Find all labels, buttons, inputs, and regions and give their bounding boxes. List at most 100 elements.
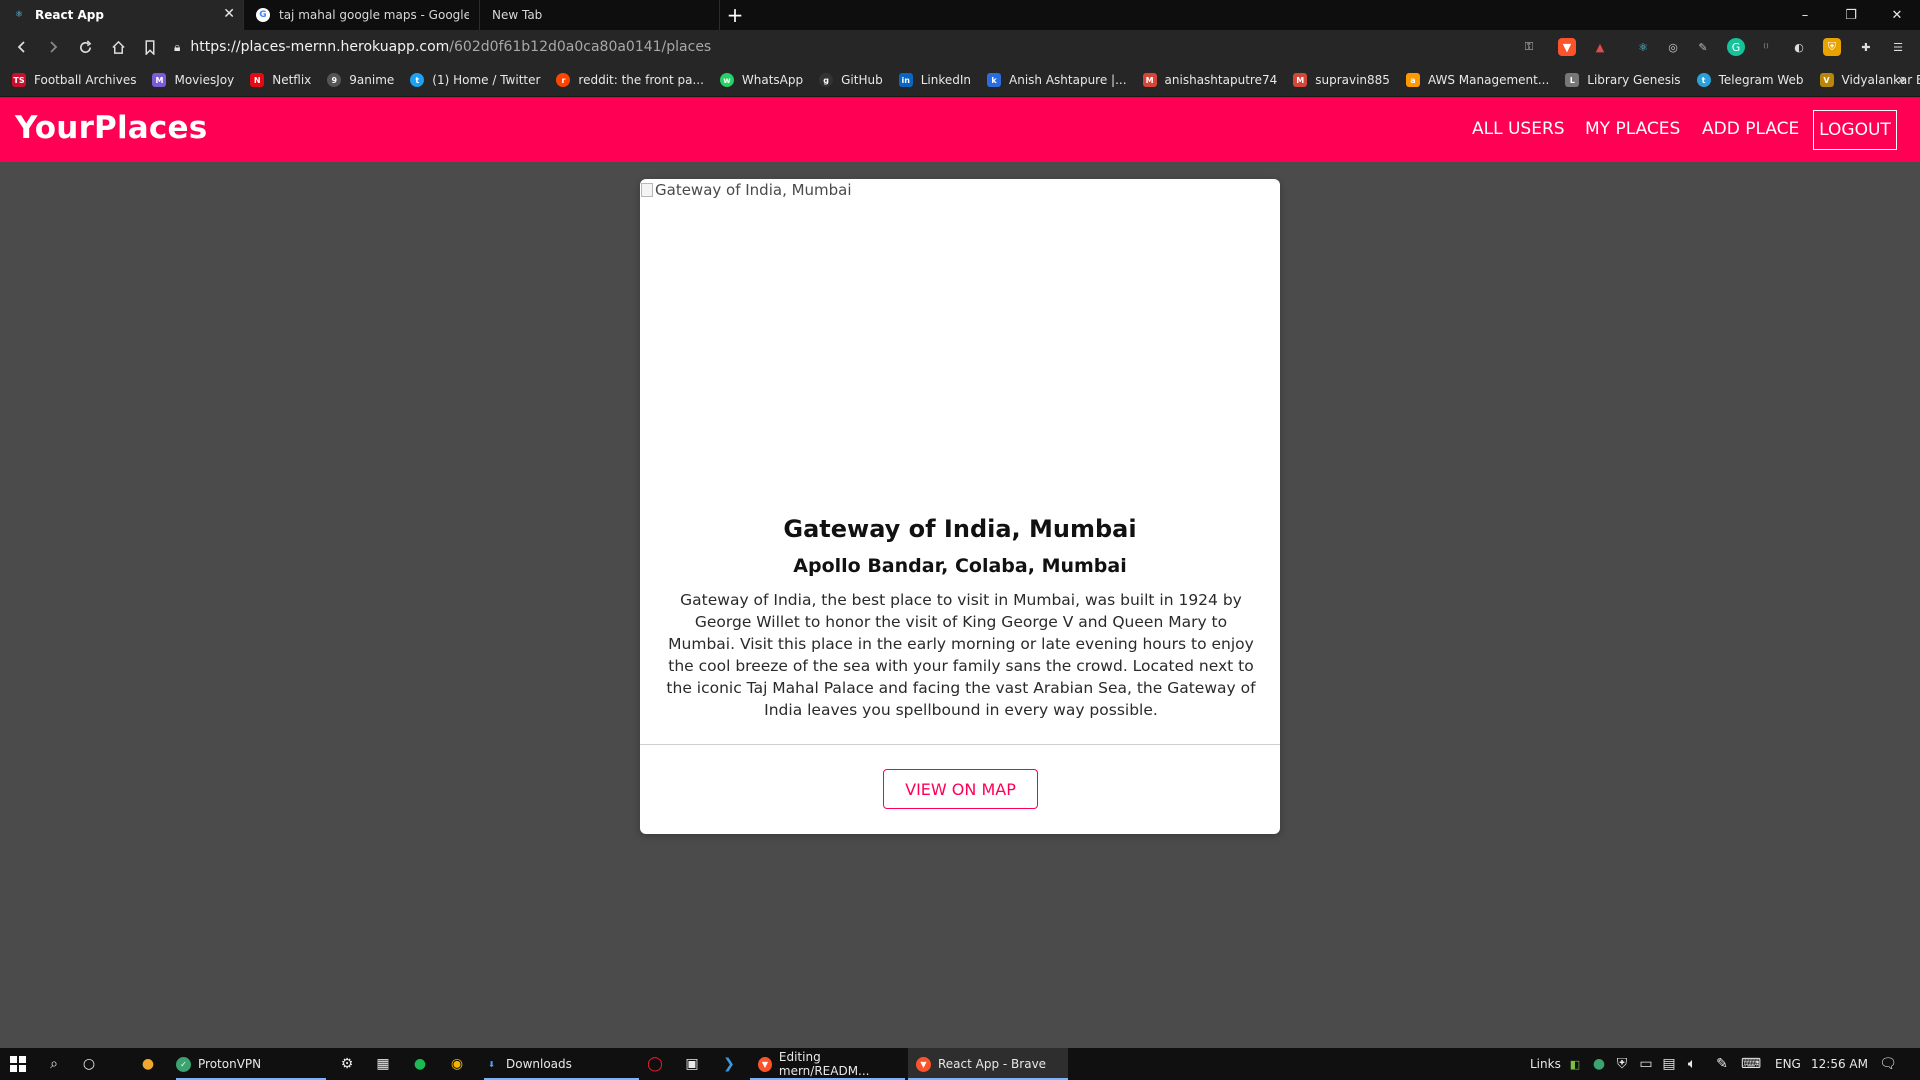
bookmarks-bar: TS Football Archives M MoviesJoy N Netflix … xyxy=(0,64,1920,97)
bookmark-favicon-icon: M xyxy=(1142,73,1157,87)
bookmark-item[interactable]: Manishashtaputre74 xyxy=(1142,73,1278,87)
keyboard-icon[interactable]: ⌨ xyxy=(1741,1054,1761,1074)
bookmark-label: GitHub xyxy=(841,73,883,87)
pen-icon[interactable]: ✎ xyxy=(1712,1054,1732,1074)
bookmark-label: Vidyalankar ERP Sys... xyxy=(1841,73,1920,87)
network-icon[interactable]: ▤ xyxy=(1659,1054,1679,1074)
bookmark-item[interactable]: r reddit: the front pa... xyxy=(556,73,704,87)
notification-icon[interactable]: 🗨︎ xyxy=(1878,1054,1898,1074)
minimize-button[interactable]: – xyxy=(1782,0,1828,30)
input-language[interactable]: ENG xyxy=(1775,1057,1801,1071)
forward-icon[interactable] xyxy=(41,35,65,59)
bookmark-item[interactable]: w WhatsApp xyxy=(719,73,803,87)
browser-toolbar: 🔒︎ https://places-mernn.herokuapp.com/60… xyxy=(0,30,1920,64)
bookmark-item[interactable]: a AWS Management... xyxy=(1405,73,1549,87)
search-icon[interactable]: ⌕ xyxy=(44,1054,64,1074)
settings-icon[interactable]: ⚙ xyxy=(337,1054,357,1074)
logout-button[interactable]: LOGOUT xyxy=(1813,110,1897,150)
grammarly-icon[interactable]: G xyxy=(1727,38,1745,56)
close-window-button[interactable]: ✕ xyxy=(1874,0,1920,30)
bookmark-item[interactable]: t (1) Home / Twitter xyxy=(410,73,540,87)
volume-icon[interactable]: 🔈︎ xyxy=(1682,1054,1702,1074)
spotify-icon[interactable]: ● xyxy=(410,1054,430,1074)
nav-my-places[interactable]: MY PLACES xyxy=(1585,119,1680,139)
reload-icon[interactable] xyxy=(73,35,97,59)
vpn-tray-icon[interactable]: ● xyxy=(1589,1054,1609,1074)
restore-button[interactable]: ❐ xyxy=(1828,0,1874,30)
taskbar-app-downloads[interactable]: ⬇ Downloads xyxy=(484,1048,639,1080)
bookmark-label: anishashtaputre74 xyxy=(1164,73,1278,87)
bookmark-item[interactable]: M MoviesJoy xyxy=(152,73,234,87)
app-icon[interactable]: ● xyxy=(138,1054,158,1074)
app-header: YourPlaces ALL USERS MY PLACES ADD PLACE… xyxy=(0,98,1920,162)
nav-add-place[interactable]: ADD PLACE xyxy=(1702,119,1799,139)
taskbar-app-label: React App - Brave xyxy=(938,1057,1047,1071)
chrome-icon[interactable]: ◉ xyxy=(447,1054,467,1074)
new-tab-button[interactable]: + xyxy=(720,0,750,30)
opera-icon[interactable]: ◯ xyxy=(645,1054,665,1074)
place-address: Apollo Bandar, Colaba, Mumbai xyxy=(793,555,1127,577)
broken-image-placeholder: Gateway of India, Mumbai xyxy=(641,181,852,199)
shield-extension-icon[interactable]: ⛨ xyxy=(1823,38,1841,56)
view-on-map-button[interactable]: VIEW ON MAP xyxy=(883,769,1038,809)
bookmark-item[interactable]: g GitHub xyxy=(819,73,883,87)
cortana-icon[interactable]: ○ xyxy=(79,1054,99,1074)
pen-extension-icon[interactable]: ✎ xyxy=(1694,38,1712,56)
taskbar-app-protonvpn[interactable]: ✓ ProtonVPN xyxy=(176,1048,326,1080)
bookmark-favicon-icon: k xyxy=(987,73,1002,87)
home-icon[interactable] xyxy=(106,35,130,59)
extension-icon[interactable]: ◐ xyxy=(1790,38,1808,56)
bookmark-item[interactable]: TS Football Archives xyxy=(12,73,136,87)
vscode-icon[interactable]: ❯ xyxy=(719,1054,739,1074)
place-card: Gateway of India, Mumbai Gateway of Indi… xyxy=(640,179,1280,834)
react-devtools-icon[interactable]: ⚛ xyxy=(1634,38,1652,56)
bookmark-favicon-icon: V xyxy=(1819,73,1834,87)
nav-all-users[interactable]: ALL USERS xyxy=(1472,119,1565,139)
bookmark-item[interactable]: k Anish Ashtapure |... xyxy=(987,73,1127,87)
bookmark-label: LinkedIn xyxy=(920,73,972,87)
brave-rewards-icon[interactable]: ▲ xyxy=(1591,38,1609,56)
bookmark-favicon-icon: 9 xyxy=(327,73,342,87)
extension-icon[interactable]: ⁽⁾ xyxy=(1757,38,1775,56)
clock[interactable]: 12:56 AM xyxy=(1811,1057,1868,1071)
tab-react-app[interactable]: ⚛ React App ✕ xyxy=(0,0,244,30)
taskbar-app-editing-readme[interactable]: ▼ Editing mern/READM... xyxy=(750,1048,905,1080)
battery-icon[interactable]: ▭ xyxy=(1636,1054,1656,1074)
calculator-icon[interactable]: ▦ xyxy=(373,1054,393,1074)
taskbar-app-react-app-brave[interactable]: ▼ React App - Brave xyxy=(908,1048,1068,1080)
remote-desktop-icon[interactable]: ▣ xyxy=(682,1054,702,1074)
bookmark-label: Anish Ashtapure |... xyxy=(1009,73,1127,87)
security-icon[interactable]: ⛨ xyxy=(1612,1054,1632,1074)
close-tab-icon[interactable]: ✕ xyxy=(223,6,235,22)
bookmark-favicon-icon: w xyxy=(719,73,734,87)
address-bar[interactable]: 🔒︎ https://places-mernn.herokuapp.com/60… xyxy=(174,34,1510,60)
menu-icon[interactable]: ☰ xyxy=(1889,38,1907,56)
target-extension-icon[interactable]: ◎ xyxy=(1664,38,1682,56)
bookmark-item[interactable]: N Netflix xyxy=(250,73,311,87)
tab-new-tab[interactable]: New Tab xyxy=(480,0,720,30)
place-title: Gateway of India, Mumbai xyxy=(783,515,1137,543)
bookmark-label: Netflix xyxy=(272,73,312,87)
bookmark-item[interactable]: t Telegram Web xyxy=(1696,73,1804,87)
tray-links[interactable]: Links xyxy=(1530,1057,1561,1071)
tab-title: New Tab xyxy=(492,8,543,22)
extensions-puzzle-icon[interactable]: ✚ xyxy=(1857,38,1875,56)
bookmark-favicon-icon: r xyxy=(556,73,571,87)
brave-shields-icon[interactable]: ▼ xyxy=(1558,38,1576,56)
bookmark-item[interactable]: in LinkedIn xyxy=(898,73,972,87)
bookmark-icon[interactable] xyxy=(138,35,162,59)
bookmark-favicon-icon: in xyxy=(898,73,913,87)
nvidia-icon[interactable]: ◧ xyxy=(1565,1054,1585,1074)
bookmark-item[interactable]: Msupravin885 xyxy=(1293,73,1390,87)
bookmarks-overflow-icon[interactable]: » xyxy=(1897,72,1906,88)
bookmark-favicon-icon: L xyxy=(1565,73,1580,87)
bookmark-item[interactable]: L Library Genesis xyxy=(1565,73,1681,87)
back-icon[interactable] xyxy=(10,35,34,59)
protonvpn-icon: ✓ xyxy=(176,1056,191,1072)
bookmark-item[interactable]: 9 9anime xyxy=(327,73,394,87)
app-logo[interactable]: YourPlaces xyxy=(15,110,207,146)
tab-google-search[interactable]: G taj mahal google maps - Google Searc xyxy=(244,0,480,30)
taskbar-app-label: Editing mern/READM... xyxy=(778,1050,870,1078)
key-icon[interactable]: ⚿ xyxy=(1520,38,1538,56)
windows-start-icon[interactable] xyxy=(8,1054,28,1074)
